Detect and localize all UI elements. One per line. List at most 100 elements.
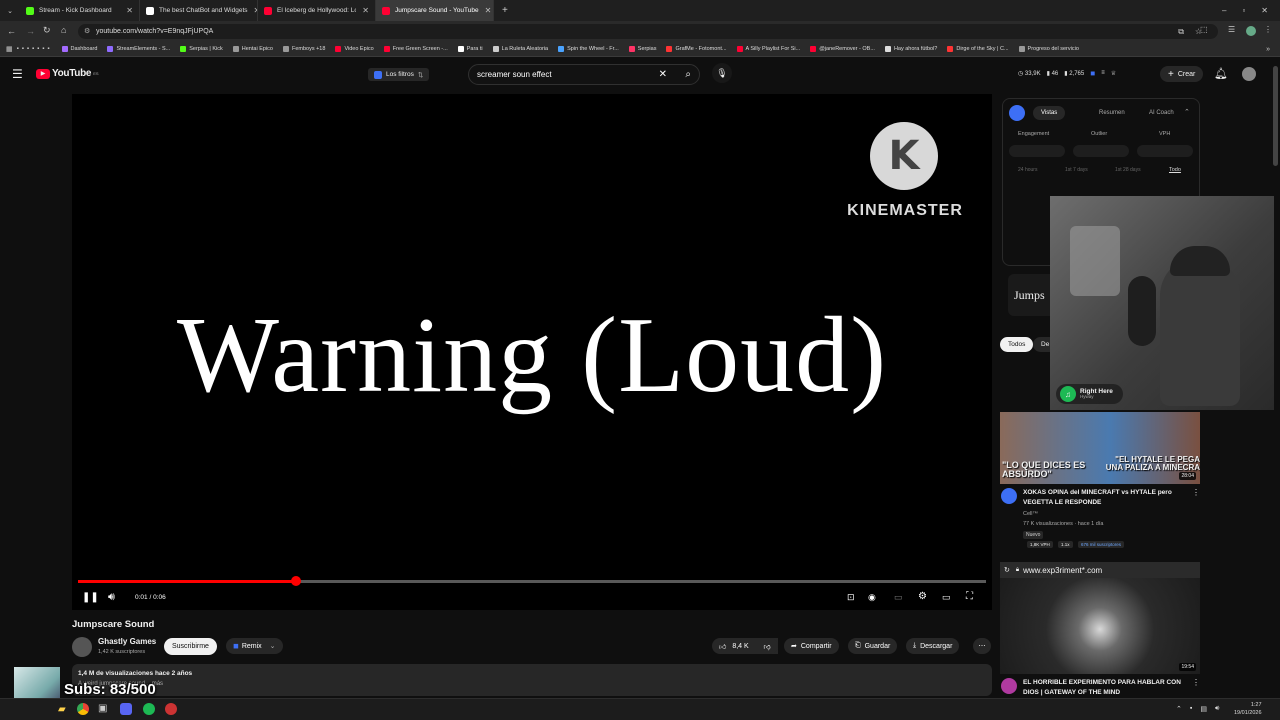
- bookmark-item[interactable]: Dashboard: [57, 46, 103, 52]
- progress-scrubber[interactable]: [290, 576, 301, 586]
- dislike-button[interactable]: 👎︎: [756, 638, 778, 654]
- youtube-logo[interactable]: ▶ YouTube ES: [36, 68, 99, 79]
- network-icon[interactable]: ▤: [1200, 705, 1207, 713]
- profile-avatar[interactable]: [1246, 26, 1256, 36]
- channel-avatar[interactable]: [1001, 488, 1017, 504]
- close-icon[interactable]: ✕: [356, 6, 369, 15]
- bookmark-item[interactable]: Progreso del servicio: [1014, 46, 1084, 52]
- tab-iceberg[interactable]: El Iceberg de Hollywood: Los M ✕: [258, 0, 376, 21]
- bookmark-item[interactable]: Free Green Screen -...: [379, 46, 453, 52]
- extensions-icon[interactable]: ⬚: [1200, 25, 1208, 34]
- bookmark-item[interactable]: Serpias | Kick: [175, 46, 228, 52]
- channel-name[interactable]: Ghastly Games: [98, 637, 156, 646]
- subtitles-icon[interactable]: ▭: [894, 592, 903, 603]
- account-avatar[interactable]: [1242, 67, 1256, 81]
- playlist-card[interactable]: Jumps: [1008, 274, 1056, 316]
- reload-icon[interactable]: ↻: [43, 25, 51, 36]
- theater-mode-icon[interactable]: ▭: [942, 592, 951, 603]
- bookmark-item[interactable]: Femboys +18: [278, 46, 330, 52]
- discord-icon[interactable]: [120, 703, 132, 715]
- search-input[interactable]: screamer soun effect ✕ ⌕: [468, 64, 700, 85]
- search-icon[interactable]: ⌕: [685, 65, 691, 84]
- recommended-channel-1[interactable]: Cell™: [1023, 511, 1038, 517]
- more-actions-button[interactable]: ⋯: [973, 638, 991, 654]
- subscribe-button[interactable]: Suscribirme: [164, 638, 217, 655]
- speaker-icon[interactable]: 🔊︎: [1215, 705, 1219, 713]
- chrome-icon[interactable]: [77, 703, 89, 715]
- range-all[interactable]: Todo: [1169, 167, 1181, 173]
- range-24h[interactable]: 24 hours: [1018, 167, 1037, 173]
- apps-icon[interactable]: ▦: [0, 45, 17, 53]
- install-icon[interactable]: ⧉: [1178, 24, 1184, 39]
- site-info-icon[interactable]: ⚙: [84, 24, 90, 39]
- tab-chatbot[interactable]: The best ChatBot and Widgets ✕: [140, 0, 258, 21]
- address-bar[interactable]: ⚙ youtube.com/watch?v=E9nqJFjUPQA ⧉ ☆: [78, 24, 1218, 39]
- home-icon[interactable]: ⌂: [61, 25, 66, 35]
- sidebar-icon[interactable]: ☰: [1228, 25, 1235, 34]
- maximize-icon[interactable]: ▫: [1242, 6, 1245, 15]
- extension-icon[interactable]: ◼: [1090, 70, 1095, 77]
- bookmark-item[interactable]: Para ti: [453, 46, 488, 52]
- recommended-title-2[interactable]: EL HORRIBLE EXPERIMENTO PARA HABLAR CON …: [1023, 678, 1187, 698]
- video-progress-bar[interactable]: [78, 576, 986, 586]
- bookmark-quick-icons[interactable]: ▪▪▪▪▪▪▪: [17, 46, 57, 52]
- create-button[interactable]: + Crear: [1160, 66, 1204, 82]
- clear-search-icon[interactable]: ✕: [659, 65, 667, 84]
- bookmark-item[interactable]: Video Epico: [330, 46, 378, 52]
- close-icon[interactable]: ✕: [120, 6, 133, 15]
- tab-list-chevron-icon[interactable]: ⌄: [0, 7, 20, 15]
- bookmark-item[interactable]: Serpias: [624, 46, 662, 52]
- browser-menu-icon[interactable]: ⋮: [1264, 25, 1272, 34]
- page-scrollbar[interactable]: [1273, 66, 1278, 166]
- obs-icon[interactable]: [165, 703, 177, 715]
- tab-resumen[interactable]: Resumen: [1091, 106, 1133, 120]
- more-vertical-icon[interactable]: ⋮: [1192, 488, 1200, 497]
- chip-todos[interactable]: Todos: [1000, 337, 1034, 352]
- tray-app-icon[interactable]: ▪: [1190, 705, 1192, 713]
- bookmark-item[interactable]: Hentai Epico: [228, 46, 278, 52]
- remix-button[interactable]: ◼ Remix ⌄: [226, 638, 283, 654]
- list-icon[interactable]: ≡: [1101, 70, 1105, 77]
- minimize-icon[interactable]: –: [1222, 6, 1226, 15]
- channel-avatar[interactable]: [1001, 678, 1017, 694]
- tab-vistas[interactable]: Vistas: [1033, 106, 1066, 120]
- notifications-bell-icon[interactable]: 🔔︎: [1214, 67, 1228, 80]
- video-player[interactable]: K KINEMASTER Warning (Loud) ❚❚ 🔊︎ 0:01 /…: [72, 94, 992, 610]
- more-vertical-icon[interactable]: ⋮: [1192, 678, 1200, 687]
- bookmark-item[interactable]: La Ruleta Aleatoria: [488, 46, 553, 52]
- trophy-icon[interactable]: ♕: [1111, 70, 1116, 77]
- tab-kick-dashboard[interactable]: Stream - Kick Dashboard ✕: [20, 0, 140, 21]
- fullscreen-icon[interactable]: ⛶: [966, 591, 973, 602]
- save-button[interactable]: ⎗ Guardar: [848, 638, 898, 654]
- bookmarks-more-icon[interactable]: »: [1266, 46, 1280, 53]
- app-icon[interactable]: ▣: [98, 703, 107, 714]
- filters-button[interactable]: Los filtros ⇅: [368, 68, 430, 81]
- extension-player-icon[interactable]: ⊡: [847, 592, 855, 603]
- recommended-thumbnail-1[interactable]: "LO QUE DICES ES ABSURDO" "EL HYTALE LE …: [1000, 412, 1200, 484]
- channel-avatar[interactable]: [72, 637, 92, 657]
- volume-icon[interactable]: 🔊︎: [108, 591, 115, 604]
- settings-gear-icon[interactable]: ⚙: [918, 591, 927, 602]
- bookmark-item[interactable]: Spin the Wheel - Fr...: [553, 46, 624, 52]
- bookmark-item[interactable]: Hay ahora fútbol?: [880, 46, 942, 52]
- pause-icon[interactable]: ❚❚: [82, 592, 99, 603]
- description-box[interactable]: 1,4 M de visualizaciones hace 2 años A w…: [72, 664, 992, 696]
- bookmark-item[interactable]: StreamElements - S...: [102, 46, 175, 52]
- download-button[interactable]: ⤓ Descargar: [906, 638, 960, 654]
- new-tab-icon[interactable]: +: [494, 5, 516, 16]
- microphone-icon[interactable]: 🎙: [712, 63, 732, 83]
- bookmark-item[interactable]: @janeRemover - OB...: [805, 46, 880, 52]
- tab-jumpscare-sound[interactable]: Jumpscare Sound - YouTube ✕: [376, 0, 494, 21]
- autoplay-toggle[interactable]: ◉: [868, 592, 876, 603]
- spotify-icon[interactable]: [143, 703, 155, 715]
- collapse-icon[interactable]: ⌃: [1184, 108, 1190, 116]
- recommended-title-1[interactable]: XOKAS OPINA del MINECRAFT vs HYTALE pero…: [1023, 488, 1187, 508]
- back-icon[interactable]: ←: [7, 26, 16, 36]
- bookmark-item[interactable]: Dirge of the Sky | C...: [942, 46, 1013, 52]
- bookmark-item[interactable]: GrafMe - Fotomont...: [661, 46, 731, 52]
- tray-arrow-icon[interactable]: ⌃: [1176, 705, 1182, 713]
- close-icon[interactable]: ✕: [479, 6, 492, 15]
- file-explorer-icon[interactable]: ▰: [58, 704, 66, 715]
- clock[interactable]: 1:27 19/01/2026: [1234, 701, 1262, 717]
- window-close-icon[interactable]: ✕: [1261, 6, 1268, 15]
